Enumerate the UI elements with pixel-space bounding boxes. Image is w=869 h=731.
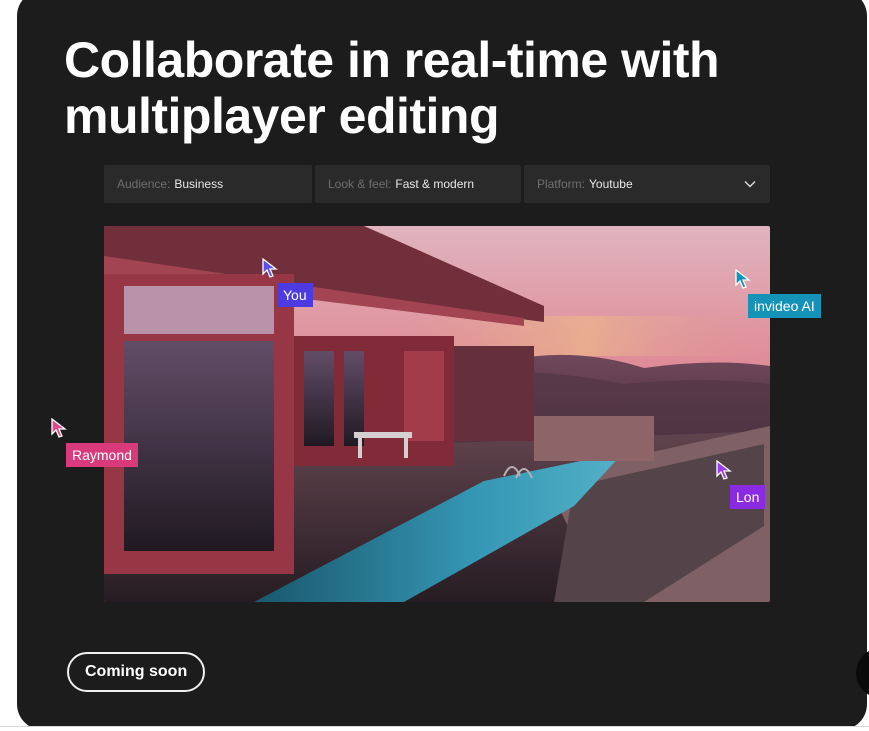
filter-platform[interactable]: Platform: Youtube	[524, 165, 770, 203]
collaborator-tag-you: You	[277, 283, 313, 307]
filter-platform-key: Platform:	[537, 177, 586, 191]
coming-soon-button[interactable]: Coming soon	[67, 652, 206, 692]
mouse-pointer-icon	[51, 418, 67, 438]
filter-audience-key: Audience:	[117, 177, 171, 191]
feature-card: Collaborate in real-time with multiplaye…	[17, 0, 867, 730]
house-pool-preview-image	[104, 226, 770, 602]
filter-platform-text: Platform: Youtube	[537, 177, 633, 191]
filter-look-feel-key: Look & feel:	[328, 177, 392, 191]
mouse-pointer-icon	[716, 460, 732, 480]
page-bottom-divider	[0, 726, 869, 731]
filter-platform-value: Youtube	[589, 177, 633, 191]
filter-audience-value: Business	[174, 177, 224, 191]
collaborator-tag-lon: Lon	[730, 485, 766, 509]
headline: Collaborate in real-time with multiplaye…	[64, 32, 720, 144]
mouse-pointer-icon	[262, 258, 278, 278]
filter-look-feel[interactable]: Look & feel: Fast & modern	[315, 165, 521, 203]
filter-look-feel-value: Fast & modern	[395, 177, 475, 191]
filter-audience[interactable]: Audience: Business	[104, 165, 312, 203]
mouse-pointer-icon	[735, 269, 751, 289]
collaborator-tag-raymond: Raymond	[66, 443, 138, 467]
prompt-filters: Audience: Business Look & feel: Fast & m…	[104, 165, 770, 203]
chevron-down-icon[interactable]	[743, 177, 757, 191]
collaborator-tag-invideo-ai: invideo AI	[748, 294, 821, 318]
sunset-house-illustration	[104, 226, 770, 602]
